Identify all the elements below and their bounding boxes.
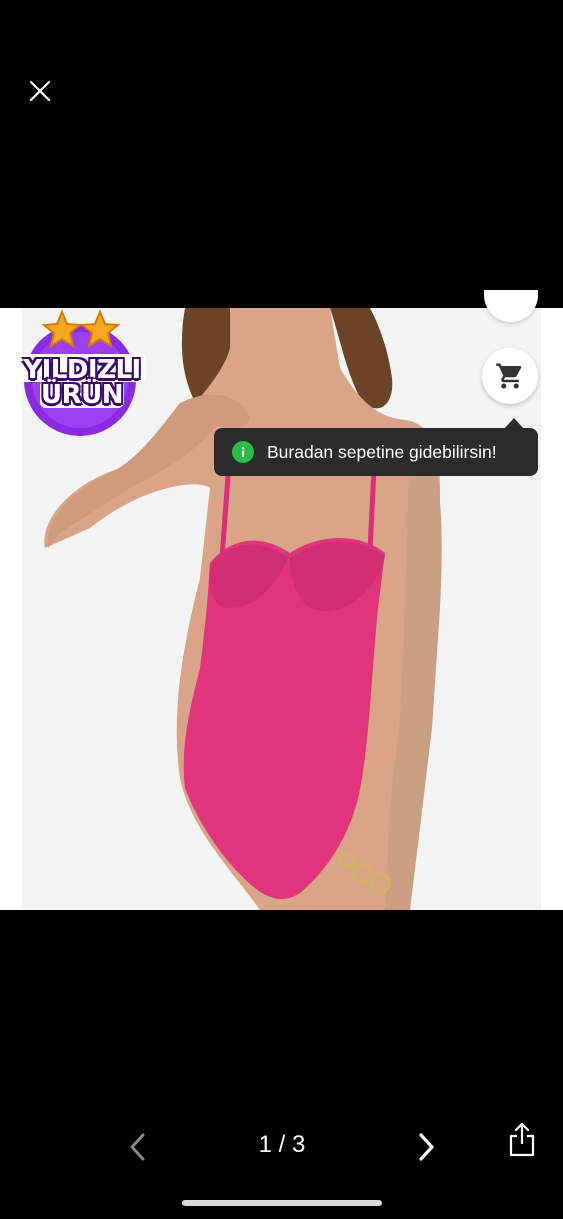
next-image-button[interactable] xyxy=(408,1128,444,1166)
cart-icon xyxy=(496,363,522,389)
cart-button[interactable] xyxy=(482,348,538,404)
badge-line-2: ÜRÜN xyxy=(40,380,124,410)
share-icon xyxy=(509,1122,535,1157)
share-button[interactable] xyxy=(502,1118,542,1160)
close-icon xyxy=(29,80,51,102)
starred-product-badge: YILDIZLI ÜRÜN xyxy=(14,308,150,436)
page-indicator: 1 / 3 xyxy=(258,1131,306,1158)
chevron-right-icon xyxy=(419,1133,434,1161)
tooltip-text: Buradan sepetine gidebilirsin! xyxy=(267,441,497,462)
chevron-left-icon xyxy=(130,1133,145,1161)
cart-tooltip: Buradan sepetine gidebilirsin! xyxy=(214,428,538,476)
info-icon xyxy=(232,441,254,463)
close-button[interactable] xyxy=(22,73,58,109)
previous-image-button[interactable] xyxy=(120,1128,156,1166)
home-indicator xyxy=(182,1200,382,1206)
